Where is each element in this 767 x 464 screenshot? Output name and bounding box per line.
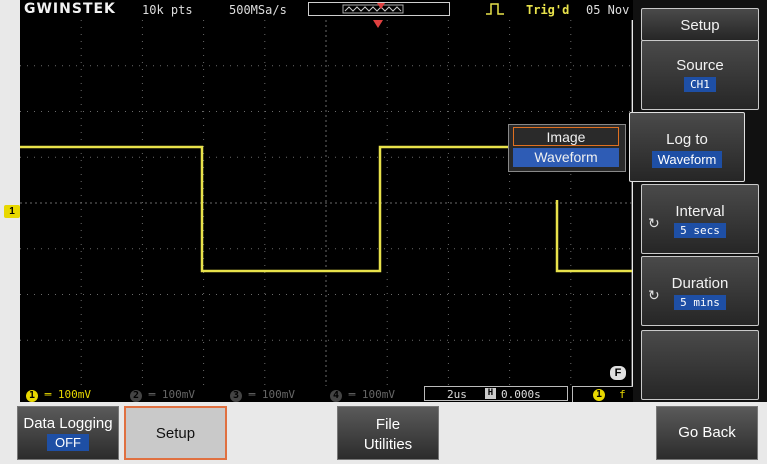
- ch2-indicator: 2: [130, 390, 142, 402]
- data-logging-value: OFF: [47, 434, 89, 451]
- record-length: 10k pts: [142, 3, 193, 17]
- go-back-button[interactable]: Go Back: [656, 406, 758, 460]
- file-utilities-label-line1: File: [375, 416, 401, 433]
- function-marker: F: [610, 366, 626, 380]
- source-label: Source: [676, 57, 724, 74]
- timebase-box: 2us H 0.000s: [424, 386, 568, 401]
- file-utilities-button[interactable]: File Utilities: [337, 406, 439, 460]
- interval-menu-button[interactable]: ↻ Interval 5 secs: [641, 184, 759, 254]
- source-value: CH1: [684, 77, 716, 92]
- setup-button[interactable]: Setup: [124, 406, 227, 460]
- memory-bar: [308, 2, 450, 16]
- ch1-scale-value: 100mV: [57, 388, 91, 401]
- memory-bar-waveform: [342, 3, 404, 14]
- ch3-scale: 3 ═ 100mV: [230, 388, 295, 402]
- ch1-waveform-trace: [20, 20, 632, 273]
- ch3-scale-value: 100mV: [261, 388, 295, 401]
- top-status-bar: GWINSTEK 10k pts 500MSa/s Trig'd 05 Nov: [20, 0, 640, 20]
- popup-option-waveform[interactable]: Waveform: [513, 148, 619, 167]
- ch4-indicator: 4: [330, 390, 342, 402]
- horizontal-position-icon: H: [485, 388, 496, 399]
- ch1-ground-marker[interactable]: 1: [4, 205, 20, 218]
- ch2-scale: 2 ═ 100mV: [130, 388, 195, 402]
- side-menu-title: Setup: [641, 8, 759, 41]
- log-to-value: Waveform: [651, 151, 723, 168]
- horizontal-position-value: 0.000s: [501, 388, 541, 401]
- ch3-indicator: 3: [230, 390, 242, 402]
- ch1-scale: 1 ═ 100mV: [26, 388, 91, 402]
- trigger-position-marker: [373, 20, 383, 28]
- duration-menu-button[interactable]: ↻ Duration 5 mins: [641, 256, 759, 326]
- sample-rate: 500MSa/s: [229, 3, 287, 17]
- log-to-label: Log to: [666, 131, 708, 148]
- trigger-edge-indicator: f: [619, 388, 626, 401]
- date-display: 05 Nov: [586, 3, 630, 17]
- variable-knob-icon: ↻: [648, 215, 660, 231]
- trigger-source-indicator: 1: [593, 389, 605, 401]
- ch4-scale-value: 100mV: [361, 388, 395, 401]
- time-per-division: 2us: [447, 388, 467, 401]
- trigger-edge-icon: [486, 3, 504, 15]
- brand-logo: GWINSTEK: [24, 1, 116, 17]
- ch4-scale: 4 ═ 100mV: [330, 388, 395, 402]
- empty-menu-button[interactable]: [641, 330, 759, 400]
- trigger-status: Trig'd: [526, 3, 570, 17]
- file-utilities-label-line2: Utilities: [363, 436, 413, 453]
- ch1-indicator: 1: [26, 390, 38, 402]
- oscilloscope-screen: GWINSTEK 10k pts 500MSa/s Trig'd 05 Nov …: [0, 0, 767, 464]
- data-logging-button[interactable]: Data Logging OFF: [17, 406, 119, 460]
- source-menu-button[interactable]: Source CH1: [641, 40, 759, 110]
- bottom-soft-keys: Data Logging OFF Setup File Utilities Go…: [0, 402, 767, 464]
- log-to-popup: Image Waveform: [508, 124, 626, 172]
- waveform-display: [20, 20, 632, 386]
- log-to-menu-button[interactable]: Log to Waveform: [629, 112, 745, 182]
- popup-option-image[interactable]: Image: [513, 127, 619, 146]
- side-menu: Setup Source CH1 Log to Waveform ↻ Inter…: [629, 0, 767, 405]
- variable-knob-icon: ↻: [648, 287, 660, 303]
- duration-value: 5 mins: [674, 295, 726, 310]
- interval-value: 5 secs: [674, 223, 726, 238]
- ch2-scale-value: 100mV: [161, 388, 195, 401]
- data-logging-label: Data Logging: [23, 415, 113, 432]
- channel-status-bar: 1 ═ 100mV 2 ═ 100mV 3 ═ 100mV 4 ═ 100mV …: [20, 386, 652, 420]
